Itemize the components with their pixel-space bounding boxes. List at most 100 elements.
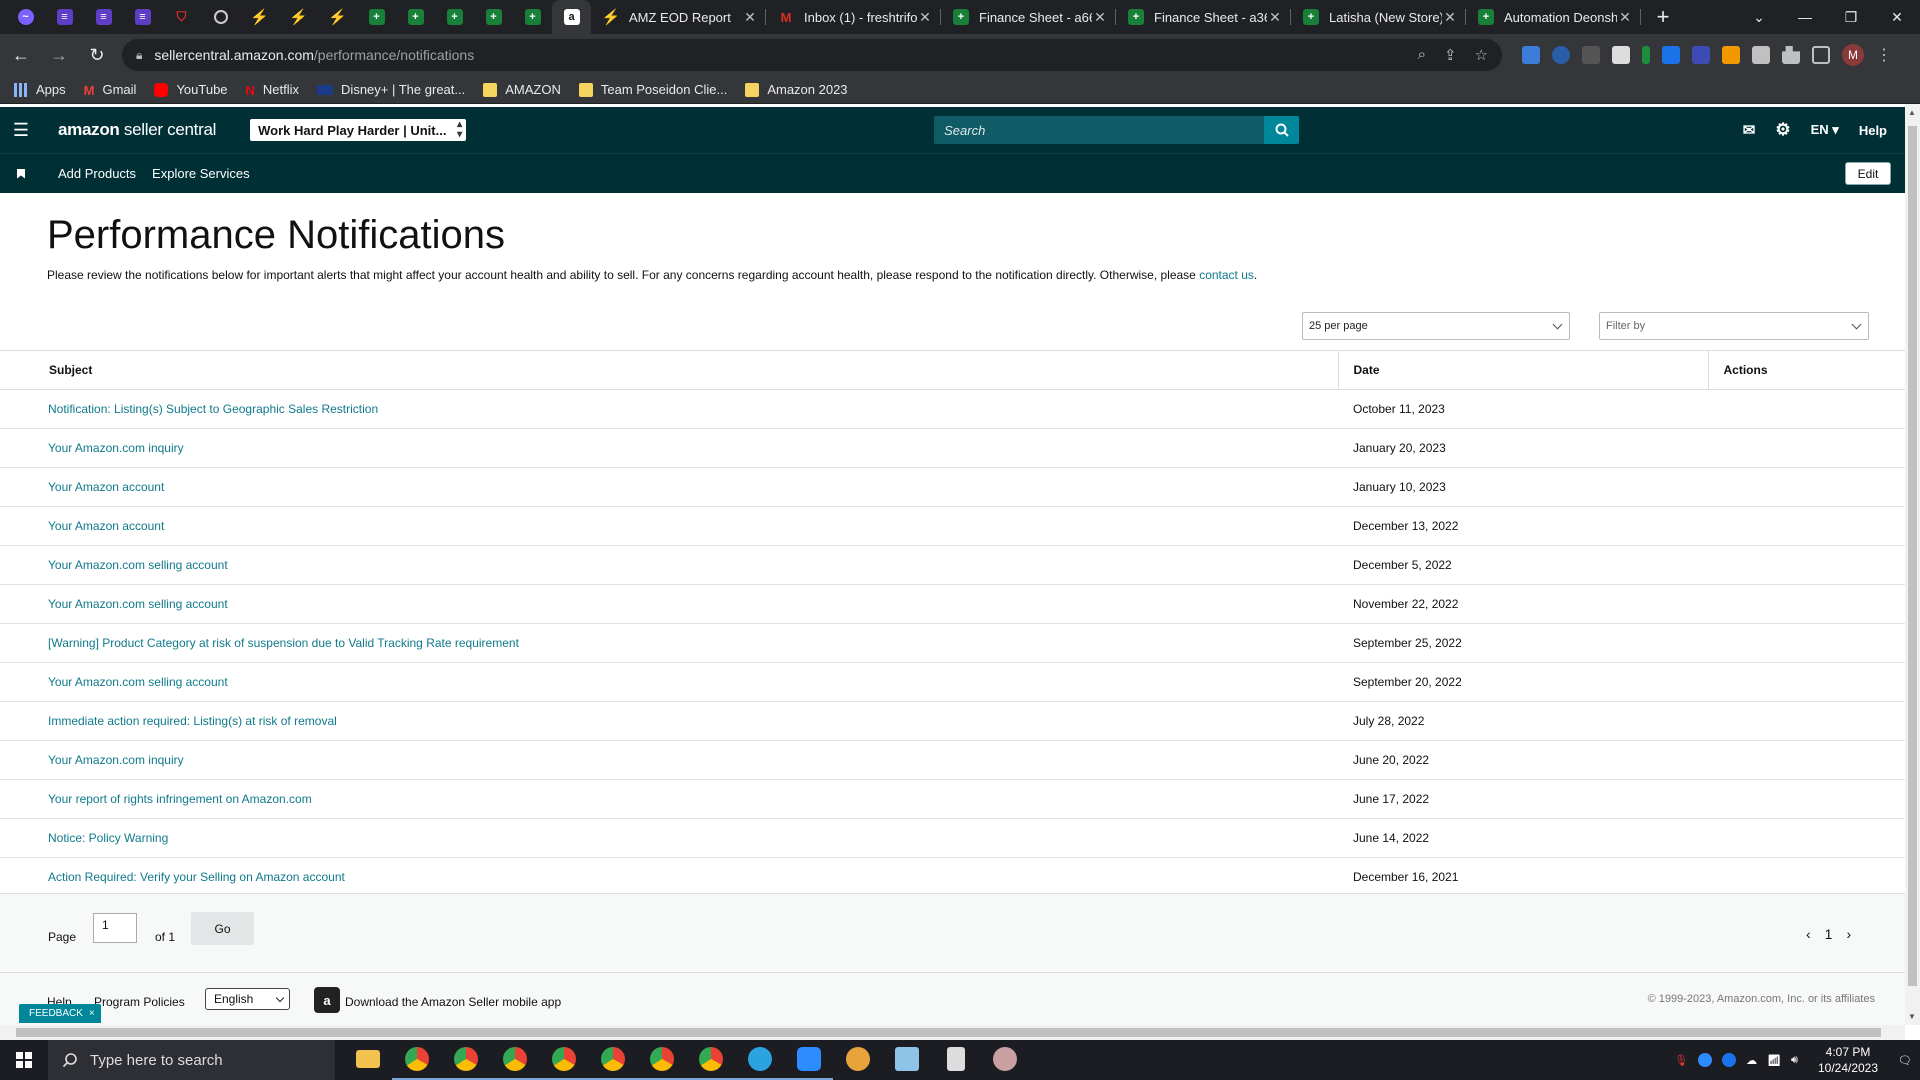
close-tab-icon[interactable]: ✕: [1442, 9, 1458, 26]
taskbar-search[interactable]: Type here to search: [48, 1040, 335, 1080]
app-icon[interactable]: [833, 1040, 882, 1080]
contact-us-link[interactable]: contact us: [1199, 268, 1254, 282]
pinned-tab[interactable]: ⚡: [318, 0, 357, 34]
browser-tab[interactable]: M Inbox (1) - freshtrifo ✕: [766, 0, 941, 34]
browser-tab[interactable]: + Automation Deonsh ✕: [1466, 0, 1641, 34]
add-products-link[interactable]: Add Products: [58, 166, 136, 181]
minimize-button[interactable]: —: [1782, 0, 1828, 34]
go-button[interactable]: Go: [191, 912, 254, 945]
program-policies-link[interactable]: Program Policies: [94, 995, 185, 1009]
explore-services-link[interactable]: Explore Services: [152, 166, 250, 181]
chrome-icon[interactable]: [441, 1040, 490, 1080]
notification-subject-link[interactable]: Immediate action required: Listing(s) at…: [0, 701, 1338, 741]
extension-icon[interactable]: [1692, 46, 1710, 64]
extension-icon[interactable]: [1612, 46, 1630, 64]
date-header[interactable]: Date: [1337, 350, 1708, 390]
notification-subject-link[interactable]: Notification: Listing(s) Subject to Geog…: [0, 389, 1338, 429]
tray-app-icon[interactable]: [1722, 1053, 1737, 1067]
browser-tab[interactable]: + Finance Sheet - a36 ✕: [1116, 0, 1291, 34]
notification-subject-link[interactable]: Action Required: Verify your Selling on …: [0, 857, 1338, 897]
extension-icon[interactable]: [1552, 46, 1570, 64]
share-icon[interactable]: ⇪: [1444, 46, 1457, 64]
bookmark-star-icon[interactable]: ☆: [1475, 46, 1488, 64]
bookmark-item[interactable]: YouTube: [154, 82, 228, 97]
bookmark-item[interactable]: Disney+ | The great...: [317, 82, 465, 97]
extension-icon[interactable]: [1662, 46, 1680, 64]
chrome-icon[interactable]: [539, 1040, 588, 1080]
pinned-tab[interactable]: ⚡: [240, 0, 279, 34]
zoom-app-icon[interactable]: [784, 1040, 833, 1080]
notification-subject-link[interactable]: Your Amazon account: [0, 467, 1338, 507]
pinned-tab[interactable]: ⚡: [279, 0, 318, 34]
vertical-scrollbar[interactable]: ▲ ▼: [1905, 104, 1920, 1025]
pinned-tab[interactable]: +: [357, 0, 396, 34]
page-number-input[interactable]: 1: [93, 913, 137, 943]
notification-subject-link[interactable]: [Warning] Product Category at risk of su…: [0, 623, 1338, 663]
footer-language-select[interactable]: English: [205, 988, 290, 1010]
edit-button[interactable]: Edit: [1845, 162, 1891, 185]
chrome-icon[interactable]: [392, 1040, 441, 1080]
notification-subject-link[interactable]: Your Amazon.com inquiry: [0, 740, 1338, 780]
help-link[interactable]: Help: [1859, 123, 1887, 138]
seller-central-logo[interactable]: amazon seller central: [58, 120, 216, 140]
notification-subject-link[interactable]: Your Amazon account: [0, 506, 1338, 546]
seller-app-icon[interactable]: a: [314, 987, 340, 1013]
close-tab-icon[interactable]: ✕: [1092, 9, 1108, 26]
reload-button[interactable]: ↻: [80, 38, 114, 72]
notepad-icon[interactable]: [882, 1040, 931, 1080]
cloud-icon[interactable]: ☁: [1746, 1054, 1757, 1067]
pinned-tab[interactable]: +: [474, 0, 513, 34]
microphone-icon[interactable]: 🎙︎: [1674, 1054, 1688, 1067]
telegram-icon[interactable]: [735, 1040, 784, 1080]
search-input[interactable]: Search: [934, 116, 1265, 144]
bookmark-item[interactable]: N Netflix: [246, 82, 300, 98]
bookmark-item[interactable]: Team Poseidon Clie...: [578, 82, 727, 97]
chrome-icon[interactable]: [686, 1040, 735, 1080]
feedback-button[interactable]: FEEDBACK ×: [19, 1004, 101, 1023]
close-tab-icon[interactable]: ✕: [1617, 9, 1633, 26]
zoom-icon[interactable]: ⌕: [1418, 46, 1426, 64]
filter-select[interactable]: Filter by: [1599, 312, 1869, 340]
search-button[interactable]: [1264, 116, 1300, 144]
volume-icon[interactable]: 🔊︎: [1791, 1054, 1798, 1067]
scrollbar-thumb[interactable]: [1908, 126, 1917, 986]
browser-tab[interactable]: ⚡ AMZ EOD Report ✕: [591, 0, 766, 34]
next-page-icon[interactable]: ›: [1846, 926, 1851, 942]
extension-icon[interactable]: [1642, 46, 1650, 64]
start-button[interactable]: [0, 1052, 48, 1068]
close-icon[interactable]: ×: [89, 1008, 95, 1019]
scrollbar-thumb[interactable]: [16, 1028, 1881, 1037]
pinned-tab[interactable]: ≡: [45, 0, 84, 34]
language-selector[interactable]: EN ▾: [1811, 122, 1839, 138]
clock[interactable]: 4:07 PM 10/24/2023: [1818, 1044, 1878, 1076]
pinned-tab[interactable]: ≡: [123, 0, 162, 34]
calculator-icon[interactable]: [931, 1040, 980, 1080]
tab-search-icon[interactable]: ⌄: [1736, 0, 1782, 34]
close-window-button[interactable]: ✕: [1874, 0, 1920, 34]
prev-page-icon[interactable]: ‹: [1806, 926, 1811, 942]
forward-button[interactable]: →: [42, 38, 76, 72]
hamburger-menu-icon[interactable]: ☰: [0, 120, 42, 141]
back-button[interactable]: ←: [4, 38, 38, 72]
address-bar[interactable]: 🔒︎ sellercentral.amazon.com/performance/…: [122, 39, 1502, 71]
per-page-select[interactable]: 25 per page: [1302, 312, 1570, 340]
pinned-tab[interactable]: +: [435, 0, 474, 34]
pinned-tab[interactable]: a: [552, 0, 591, 34]
notification-subject-link[interactable]: Notice: Policy Warning: [0, 818, 1338, 858]
notifications-icon[interactable]: 🗨︎: [1898, 1054, 1912, 1067]
close-tab-icon[interactable]: ✕: [1267, 9, 1283, 26]
gear-icon[interactable]: ⚙: [1775, 120, 1790, 140]
extension-icon[interactable]: [1722, 46, 1740, 64]
paint-icon[interactable]: [980, 1040, 1029, 1080]
pinned-tab[interactable]: +: [396, 0, 435, 34]
notification-subject-link[interactable]: Your Amazon.com selling account: [0, 584, 1338, 624]
side-panel-icon[interactable]: [1812, 46, 1830, 64]
restore-button[interactable]: ❐: [1828, 0, 1874, 34]
profile-avatar[interactable]: M: [1842, 44, 1864, 66]
extension-icon[interactable]: [1522, 46, 1540, 64]
notification-subject-link[interactable]: Your report of rights infringement on Am…: [0, 779, 1338, 819]
notification-subject-link[interactable]: Your Amazon.com inquiry: [0, 428, 1338, 468]
chrome-icon[interactable]: [637, 1040, 686, 1080]
bookmark-item[interactable]: Amazon 2023: [745, 82, 848, 97]
notification-subject-link[interactable]: Your Amazon.com selling account: [0, 662, 1338, 702]
